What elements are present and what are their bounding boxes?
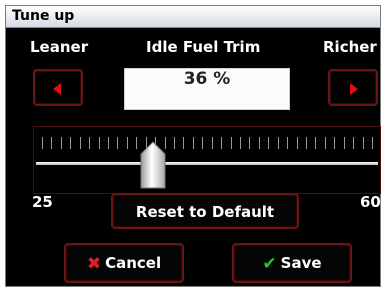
slider-tick <box>372 137 373 149</box>
slider-tick <box>287 137 289 149</box>
reset-default-button[interactable]: Reset to Default <box>111 193 299 229</box>
decrease-button[interactable] <box>33 69 83 106</box>
title-bar: Tune up <box>6 6 380 28</box>
window-title: Tune up <box>12 8 75 24</box>
save-label: Save <box>280 254 322 272</box>
slider-tick <box>249 137 251 149</box>
slider-tick <box>136 137 138 149</box>
slider-track[interactable] <box>36 162 378 165</box>
slider-tick <box>230 137 232 149</box>
slider-tick <box>324 137 326 149</box>
leaner-label: Leaner <box>30 38 89 56</box>
slider-tick <box>183 137 185 149</box>
slider-tick <box>353 137 355 149</box>
slider-tick <box>174 137 175 149</box>
slider-tick <box>51 137 53 149</box>
slider-tick <box>192 137 194 149</box>
slider-ticks <box>34 137 380 149</box>
slider-tick <box>343 137 345 149</box>
slider-tick <box>258 137 260 149</box>
richer-label: Richer <box>323 38 377 56</box>
slider-tick <box>70 137 72 149</box>
cancel-label: Cancel <box>105 254 162 272</box>
save-button[interactable]: ✔ Save <box>232 243 352 283</box>
slider-tick <box>89 137 91 149</box>
slider-tick <box>79 137 81 149</box>
slider-tick <box>315 137 317 149</box>
slider-max-label: 60 <box>360 193 381 211</box>
slider-tick <box>362 137 364 149</box>
slider-thumb[interactable] <box>139 141 167 189</box>
slider-tick <box>211 137 213 149</box>
slider-tick <box>306 137 307 149</box>
slider-tick <box>117 137 119 149</box>
slider-tick <box>202 137 204 149</box>
checkmark-icon: ✔ <box>262 254 277 274</box>
slider-tick <box>277 137 279 149</box>
slider-tick <box>268 137 270 149</box>
slider-thumb-graphic <box>140 141 166 189</box>
slider-tick <box>42 137 43 149</box>
reset-default-label: Reset to Default <box>135 203 275 221</box>
increase-button[interactable] <box>328 69 378 106</box>
slider-tick <box>108 137 109 149</box>
slider-tick <box>221 137 223 149</box>
cancel-button[interactable]: ✖ Cancel <box>64 243 184 283</box>
left-arrow-icon <box>53 83 61 95</box>
slider-min-label: 25 <box>32 193 53 211</box>
slider-tick <box>296 137 298 149</box>
fuel-trim-slider[interactable] <box>33 126 381 194</box>
slider-tick <box>60 137 62 149</box>
x-icon: ✖ <box>86 254 102 274</box>
slider-tick <box>240 137 241 149</box>
slider-tick <box>126 137 128 149</box>
slider-tick <box>334 137 336 149</box>
parameter-title: Idle Fuel Trim <box>146 38 261 56</box>
right-arrow-icon <box>350 83 358 95</box>
tune-up-window: Tune up Leaner Idle Fuel Trim Richer 36 … <box>5 5 381 287</box>
slider-tick <box>98 137 100 149</box>
value-display: 36 % <box>124 68 290 110</box>
